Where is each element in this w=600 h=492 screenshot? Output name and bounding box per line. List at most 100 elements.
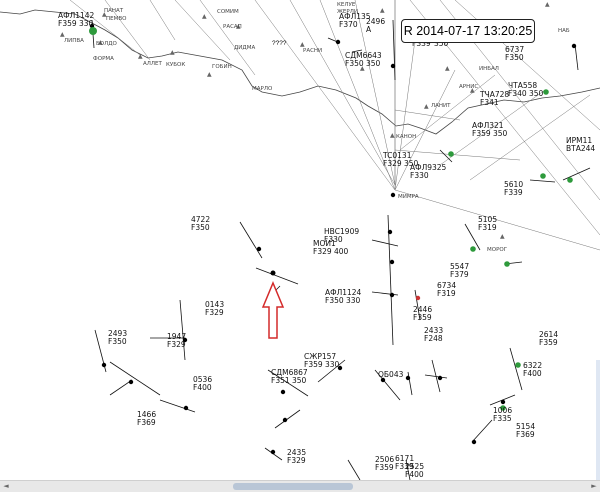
svg-text:▲: ▲ <box>207 71 212 78</box>
geo-label: КУБОК <box>166 62 185 68</box>
geo-label: ПАНАТ <box>104 8 124 14</box>
svg-text:F350: F350 <box>108 337 127 346</box>
flight-label: АФЛ1124F350 330 <box>325 288 362 305</box>
flight-label: 2446F359 <box>413 305 432 322</box>
svg-text:▲: ▲ <box>445 65 450 72</box>
geo-label: ПЕМВО <box>106 16 127 22</box>
flight-label: 6734F319 <box>437 281 456 298</box>
svg-text:F329 400: F329 400 <box>313 247 349 256</box>
svg-text:ОБ043: ОБ043 <box>378 370 404 379</box>
geo-label: ЛАНИТ <box>431 103 451 109</box>
svg-text:F400: F400 <box>193 383 212 392</box>
geo-label: НАБ <box>558 28 570 34</box>
flight-label: 2496A <box>366 17 385 34</box>
scroll-thumb[interactable] <box>233 483 353 490</box>
geo-label: МАРЛО <box>252 86 273 92</box>
svg-text:F350 350: F350 350 <box>345 59 381 68</box>
flight-label: 5610F339 <box>504 180 523 197</box>
flight-label: 2433F248 <box>424 326 443 343</box>
geo-label: АРНИС <box>459 84 478 90</box>
scroll-left-icon[interactable]: ◄ <box>1 482 11 491</box>
svg-text:▲: ▲ <box>170 49 175 56</box>
flight-label: 4722F350 <box>191 215 210 232</box>
flight-label: 1947F329 <box>167 332 186 349</box>
geo-label: ЛИПВА <box>64 38 84 44</box>
svg-text:F329: F329 <box>167 340 186 349</box>
svg-text:F350: F350 <box>505 53 524 62</box>
svg-text:F350 330: F350 330 <box>325 296 361 305</box>
geo-label: ???? <box>272 40 287 47</box>
flight-label: СЖР157F359 330 <box>304 352 340 369</box>
flight-label: 6737F350 <box>505 45 524 62</box>
timestamp-box: R 2014-07-17 13:20:25 <box>401 19 535 43</box>
flight-label: АФЛ1142F359 330 <box>58 11 95 28</box>
flight-label: ТЧА728F341 <box>479 90 509 107</box>
vertical-scrollbar[interactable] <box>596 360 600 480</box>
flight-label: 2493F350 <box>108 329 127 346</box>
svg-text:F369: F369 <box>137 418 156 427</box>
svg-text:F359 350: F359 350 <box>472 129 508 138</box>
flight-label: 0536F400 <box>193 375 212 392</box>
svg-text:F329: F329 <box>205 308 224 317</box>
svg-text:▲: ▲ <box>300 41 305 48</box>
flight-label: АФЛ9325F330 <box>410 163 447 180</box>
geo-label: КЕЛУЕ <box>337 2 356 8</box>
geo-label: МОРОГ <box>487 247 508 253</box>
geo-label: КАНОН <box>396 134 416 140</box>
geo-label: ФОРМА <box>93 56 114 62</box>
svg-text:▲: ▲ <box>202 13 207 20</box>
flight-label: 5547F379 <box>450 262 469 279</box>
flight-label: МОИ1F329 400 <box>313 239 349 256</box>
svg-text:F359: F359 <box>413 313 432 322</box>
svg-text:F329: F329 <box>287 456 306 465</box>
geo-label: ИНБАЛ <box>479 66 499 72</box>
svg-text:A: A <box>366 25 372 34</box>
geo-label: МИМРА <box>398 194 419 200</box>
svg-text:F340 350: F340 350 <box>508 89 544 98</box>
flight-label: СДМ6643F350 350 <box>345 51 382 68</box>
flight-label: 2614F359 <box>539 330 558 347</box>
geo-label: СОМИМ <box>217 9 239 15</box>
svg-text:F330: F330 <box>410 171 429 180</box>
svg-text:F339: F339 <box>504 188 523 197</box>
svg-text:F341: F341 <box>480 98 499 107</box>
svg-text:▲: ▲ <box>424 103 429 110</box>
scroll-right-icon[interactable]: ► <box>589 482 599 491</box>
svg-text:F369: F369 <box>516 430 535 439</box>
svg-text:▲: ▲ <box>500 233 505 240</box>
geo-label: ГОБИН <box>212 64 232 70</box>
flight-label: 5154F369 <box>516 422 535 439</box>
svg-text:F379: F379 <box>450 270 469 279</box>
flight-label: 2525F400 <box>405 462 424 479</box>
svg-text:ВТА244: ВТА244 <box>566 144 595 153</box>
horizontal-scrollbar[interactable]: ◄ ► <box>0 480 600 492</box>
svg-text:F359: F359 <box>539 338 558 347</box>
flight-label: ОБ043 <box>378 370 404 379</box>
svg-text:F359: F359 <box>375 463 394 472</box>
flight-label: ИРМ11ВТА244 <box>566 136 595 153</box>
svg-text:F319: F319 <box>478 223 497 232</box>
flight-label: 1466F369 <box>137 410 156 427</box>
geo-label: БОЛДО <box>96 41 118 47</box>
svg-text:F248: F248 <box>424 334 443 343</box>
svg-text:▲: ▲ <box>60 31 65 38</box>
flight-label: СДМ6867F351 350 <box>271 368 308 385</box>
flight-label: 6322F400 <box>523 361 542 378</box>
flight-label: АФЛ321F359 350 <box>472 121 508 138</box>
flight-label: 2506F359 <box>375 455 394 472</box>
svg-text:F370: F370 <box>339 20 358 29</box>
svg-text:F335: F335 <box>493 414 512 423</box>
svg-text:F400: F400 <box>523 369 542 378</box>
svg-text:F400: F400 <box>405 470 424 479</box>
geo-label: АЛЛЕТ <box>143 61 163 67</box>
radar-display[interactable]: ▲▲▲ ▲▲▲ ▲▲▲ ▲ ▲▲ ▲▲▲ ▲▲ ПАНАТ ПЕМВО ЛИПВА… <box>0 0 600 480</box>
flight-label: ЧТА558F340 350 <box>508 81 544 98</box>
flight-labels[interactable]: АФЛ1142F359 330 АФЛ135F370 2496A СДМ6643… <box>58 11 595 479</box>
flight-label: 0143F329 <box>205 300 224 317</box>
geo-label: РАСАП <box>223 24 242 30</box>
flight-label: 1006F335 <box>493 406 512 423</box>
svg-text:F351 350: F351 350 <box>271 376 307 385</box>
svg-text:▲: ▲ <box>138 53 143 60</box>
svg-text:F350: F350 <box>191 223 210 232</box>
svg-text:▲: ▲ <box>545 1 550 8</box>
